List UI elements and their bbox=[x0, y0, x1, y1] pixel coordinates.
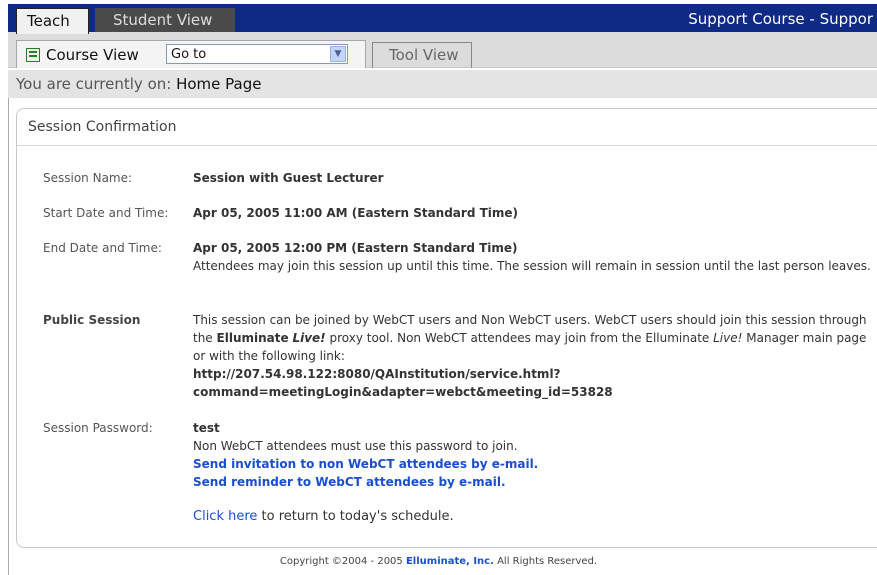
password-note: Non WebCT attendees must use this passwo… bbox=[193, 439, 518, 453]
return-line: Click here to return to today's schedule… bbox=[193, 508, 873, 526]
public-session-label: Public Session bbox=[43, 313, 141, 327]
tab-teach[interactable]: Teach bbox=[16, 8, 89, 34]
divider bbox=[17, 145, 877, 146]
live-text: Live! bbox=[292, 331, 326, 345]
public-text-2: proxy tool. Non WebCT attendees may join… bbox=[325, 331, 714, 345]
end-date-block: Apr 05, 2005 12:00 PM (Eastern Standard … bbox=[193, 239, 873, 275]
course-title: Support Course - Suppor bbox=[688, 10, 873, 28]
footer-prefix: Copyright ©2004 - 2005 bbox=[279, 556, 406, 567]
start-date-value: Apr 05, 2005 11:00 AM (Eastern Standard … bbox=[193, 206, 519, 220]
footer-suffix: All Rights Reserved. bbox=[493, 556, 598, 567]
click-here-link[interactable]: Click here bbox=[193, 509, 257, 524]
location-page: Home Page bbox=[176, 75, 262, 93]
return-text: to return to today's schedule. bbox=[257, 509, 454, 524]
elluminate-name: Elluminate bbox=[216, 331, 289, 345]
session-name-value: Session with Guest Lecturer bbox=[193, 171, 384, 185]
tab-student-view-label: Student View bbox=[113, 11, 213, 29]
send-invitation-link[interactable]: Send invitation to non WebCT attendees b… bbox=[193, 457, 538, 471]
elluminate-link[interactable]: Elluminate, Inc. bbox=[406, 556, 494, 567]
session-name-label: Session Name: bbox=[43, 171, 133, 185]
chevron-down-icon[interactable]: ▼ bbox=[330, 46, 346, 62]
tab-student-view[interactable]: Student View bbox=[95, 8, 235, 32]
course-view-label: Course View bbox=[46, 46, 139, 64]
session-link-line1[interactable]: http://207.54.98.122:8080/QAInstitution/… bbox=[193, 367, 561, 381]
start-date-label: Start Date and Time: bbox=[43, 206, 169, 220]
course-view-icon bbox=[26, 48, 40, 62]
tab-teach-label: Teach bbox=[27, 12, 70, 30]
end-date-value: Apr 05, 2005 12:00 PM (Eastern Standard … bbox=[193, 241, 518, 255]
end-date-label: End Date and Time: bbox=[43, 241, 162, 255]
tab-tool-view[interactable]: Tool View bbox=[372, 42, 472, 68]
send-reminder-link[interactable]: Send reminder to WebCT attendees by e-ma… bbox=[193, 475, 506, 489]
panel-title: Session Confirmation bbox=[28, 119, 177, 135]
session-password-value: test bbox=[193, 421, 220, 435]
session-link-line2[interactable]: command=meetingLogin&adapter=webct&meeti… bbox=[193, 385, 613, 399]
footer: Copyright ©2004 - 2005 Elluminate, Inc. … bbox=[0, 556, 877, 567]
live-text-2: Live! bbox=[713, 331, 743, 345]
location-prefix: You are currently on: bbox=[16, 75, 177, 93]
tool-view-label: Tool View bbox=[389, 46, 459, 64]
session-password-label: Session Password: bbox=[43, 421, 153, 435]
goto-select[interactable]: Go to bbox=[166, 44, 348, 64]
session-password-block: test Non WebCT attendees must use this p… bbox=[193, 419, 873, 491]
end-date-note: Attendees may join this session up until… bbox=[193, 259, 871, 273]
breadcrumb: You are currently on: Home Page bbox=[8, 70, 877, 98]
public-session-text: This session can be joined by WebCT user… bbox=[193, 311, 873, 401]
